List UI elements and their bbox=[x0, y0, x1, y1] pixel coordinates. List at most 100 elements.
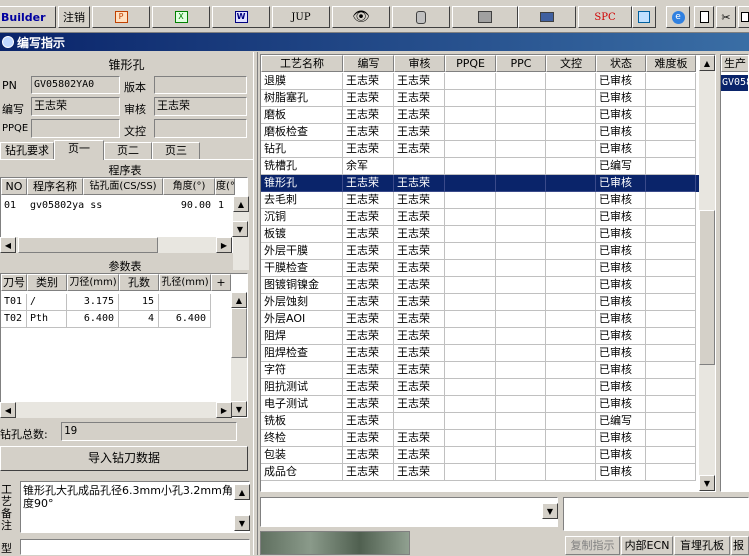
process-row[interactable]: 图镀铜镍金 王志荣 王志荣 已审核 bbox=[261, 277, 699, 294]
process-cell[interactable] bbox=[445, 413, 496, 430]
note-scroll-up[interactable]: ▲ bbox=[234, 484, 250, 500]
process-cell[interactable] bbox=[646, 362, 696, 379]
program-hscrollbar[interactable]: ◀ ▶ bbox=[0, 237, 232, 253]
process-cell[interactable] bbox=[546, 158, 596, 175]
process-cell[interactable]: 已审核 bbox=[596, 362, 646, 379]
process-cell[interactable] bbox=[445, 209, 496, 226]
process-cell[interactable]: 电子测试 bbox=[261, 396, 343, 413]
process-row[interactable]: 字符 王志荣 王志荣 已审核 bbox=[261, 362, 699, 379]
process-header-col-6[interactable]: 状态 bbox=[596, 55, 646, 72]
production-selected-row[interactable]: GV058 bbox=[721, 75, 748, 91]
copy-instruction-button[interactable]: 复制指示 bbox=[565, 536, 620, 555]
param-cell[interactable]: 4 bbox=[119, 311, 159, 328]
process-cell[interactable] bbox=[646, 107, 696, 124]
process-cell[interactable]: 王志荣 bbox=[394, 379, 445, 396]
param-cell[interactable]: Pth bbox=[27, 311, 67, 328]
process-cell[interactable]: 沉铜 bbox=[261, 209, 343, 226]
process-cell[interactable]: 已审核 bbox=[596, 124, 646, 141]
process-cell[interactable]: 已审核 bbox=[596, 260, 646, 277]
report-button[interactable]: 报 bbox=[731, 536, 749, 555]
process-cell[interactable]: 已审核 bbox=[596, 396, 646, 413]
process-row[interactable]: 外层干膜 王志荣 王志荣 已审核 bbox=[261, 243, 699, 260]
process-cell[interactable] bbox=[445, 158, 496, 175]
process-header-col-0[interactable]: 工艺名称 bbox=[261, 55, 343, 72]
process-cell[interactable]: 退膜 bbox=[261, 73, 343, 90]
import-drill-data-button[interactable]: 导入钻刀数据 bbox=[0, 446, 248, 471]
process-cell[interactable]: 图镀铜镍金 bbox=[261, 277, 343, 294]
process-cell[interactable]: 树脂塞孔 bbox=[261, 90, 343, 107]
copy-button[interactable] bbox=[738, 6, 749, 28]
program-scroll-down[interactable]: ▼ bbox=[232, 221, 248, 237]
param-scroll-left[interactable]: ◀ bbox=[0, 402, 16, 418]
process-cell[interactable] bbox=[496, 158, 546, 175]
process-cell[interactable]: 已审核 bbox=[596, 294, 646, 311]
process-cell[interactable] bbox=[546, 396, 596, 413]
process-cell[interactable] bbox=[445, 430, 496, 447]
process-cell[interactable]: 已审核 bbox=[596, 328, 646, 345]
bottom-combo-dropdown[interactable]: ▼ bbox=[542, 503, 558, 519]
param-cell[interactable]: 15 bbox=[119, 294, 159, 311]
process-header-col-1[interactable]: 编写 bbox=[343, 55, 394, 72]
process-cell[interactable] bbox=[496, 430, 546, 447]
process-cell[interactable]: 板镀 bbox=[261, 226, 343, 243]
process-cell[interactable]: 王志荣 bbox=[343, 447, 394, 464]
process-cell[interactable]: 王志荣 bbox=[394, 260, 445, 277]
process-cell[interactable] bbox=[646, 328, 696, 345]
process-cell[interactable] bbox=[496, 107, 546, 124]
process-cell[interactable]: 王志荣 bbox=[343, 209, 394, 226]
process-cell[interactable] bbox=[646, 158, 696, 175]
process-cell[interactable] bbox=[546, 192, 596, 209]
internal-ecn-button[interactable]: 内部ECN bbox=[621, 536, 673, 555]
process-cell[interactable] bbox=[445, 345, 496, 362]
process-cell[interactable]: 阻焊 bbox=[261, 328, 343, 345]
process-cell[interactable]: 王志荣 bbox=[343, 430, 394, 447]
process-cell[interactable] bbox=[646, 413, 696, 430]
process-note-textarea[interactable]: 锥形孔大孔成品孔径6.3mm小孔3.2mm角度90° ▲ ▼ bbox=[20, 481, 250, 533]
process-row[interactable]: 磨板 王志荣 王志荣 已审核 bbox=[261, 107, 699, 124]
process-cell[interactable] bbox=[646, 396, 696, 413]
pn-field[interactable]: GV05802YA0 bbox=[31, 76, 120, 94]
process-cell[interactable]: 王志荣 bbox=[343, 294, 394, 311]
process-cell[interactable] bbox=[546, 277, 596, 294]
process-cell[interactable] bbox=[546, 175, 596, 192]
process-cell[interactable] bbox=[496, 328, 546, 345]
process-cell[interactable] bbox=[445, 362, 496, 379]
process-cell[interactable]: 王志荣 bbox=[343, 243, 394, 260]
process-cell[interactable] bbox=[546, 107, 596, 124]
process-cell[interactable]: 王志荣 bbox=[394, 107, 445, 124]
new-file-button[interactable] bbox=[694, 6, 714, 28]
process-cell[interactable] bbox=[646, 124, 696, 141]
process-cell[interactable]: 王志荣 bbox=[394, 175, 445, 192]
process-row[interactable]: 沉铜 王志荣 王志荣 已审核 bbox=[261, 209, 699, 226]
process-cell[interactable] bbox=[445, 226, 496, 243]
process-cell[interactable] bbox=[496, 192, 546, 209]
process-cell[interactable]: 终检 bbox=[261, 430, 343, 447]
process-cell[interactable] bbox=[496, 73, 546, 90]
process-cell[interactable] bbox=[546, 362, 596, 379]
process-cell[interactable]: 铣板 bbox=[261, 413, 343, 430]
param-cell[interactable]: 6.400 bbox=[67, 311, 119, 328]
process-row[interactable]: 阻抗测试 王志荣 王志荣 已审核 bbox=[261, 379, 699, 396]
note-scroll-down[interactable]: ▼ bbox=[234, 515, 250, 531]
process-cell[interactable]: 干膜检查 bbox=[261, 260, 343, 277]
process-cell[interactable] bbox=[646, 430, 696, 447]
process-cell[interactable]: 已审核 bbox=[596, 141, 646, 158]
process-cell[interactable] bbox=[546, 124, 596, 141]
process-cell[interactable]: 王志荣 bbox=[394, 345, 445, 362]
process-cell[interactable]: 已审核 bbox=[596, 175, 646, 192]
process-row[interactable]: 磨板检查 王志荣 王志荣 已审核 bbox=[261, 124, 699, 141]
process-cell[interactable]: 王志荣 bbox=[343, 328, 394, 345]
process-cell[interactable] bbox=[445, 192, 496, 209]
process-header-col-4[interactable]: PPC bbox=[496, 55, 546, 72]
process-cell[interactable] bbox=[646, 175, 696, 192]
process-row[interactable]: 电子测试 王志荣 王志荣 已审核 bbox=[261, 396, 699, 413]
program-scroll-thumb[interactable] bbox=[18, 237, 158, 253]
process-cell[interactable] bbox=[546, 328, 596, 345]
program-scroll-left[interactable]: ◀ bbox=[0, 237, 16, 253]
process-cell[interactable] bbox=[546, 379, 596, 396]
process-row[interactable]: 锥形孔 王志荣 王志荣 已审核 bbox=[261, 175, 699, 192]
process-cell[interactable] bbox=[646, 464, 696, 481]
process-row[interactable]: 阻焊检查 王志荣 王志荣 已审核 bbox=[261, 345, 699, 362]
process-cell[interactable] bbox=[445, 464, 496, 481]
process-cell[interactable] bbox=[546, 464, 596, 481]
